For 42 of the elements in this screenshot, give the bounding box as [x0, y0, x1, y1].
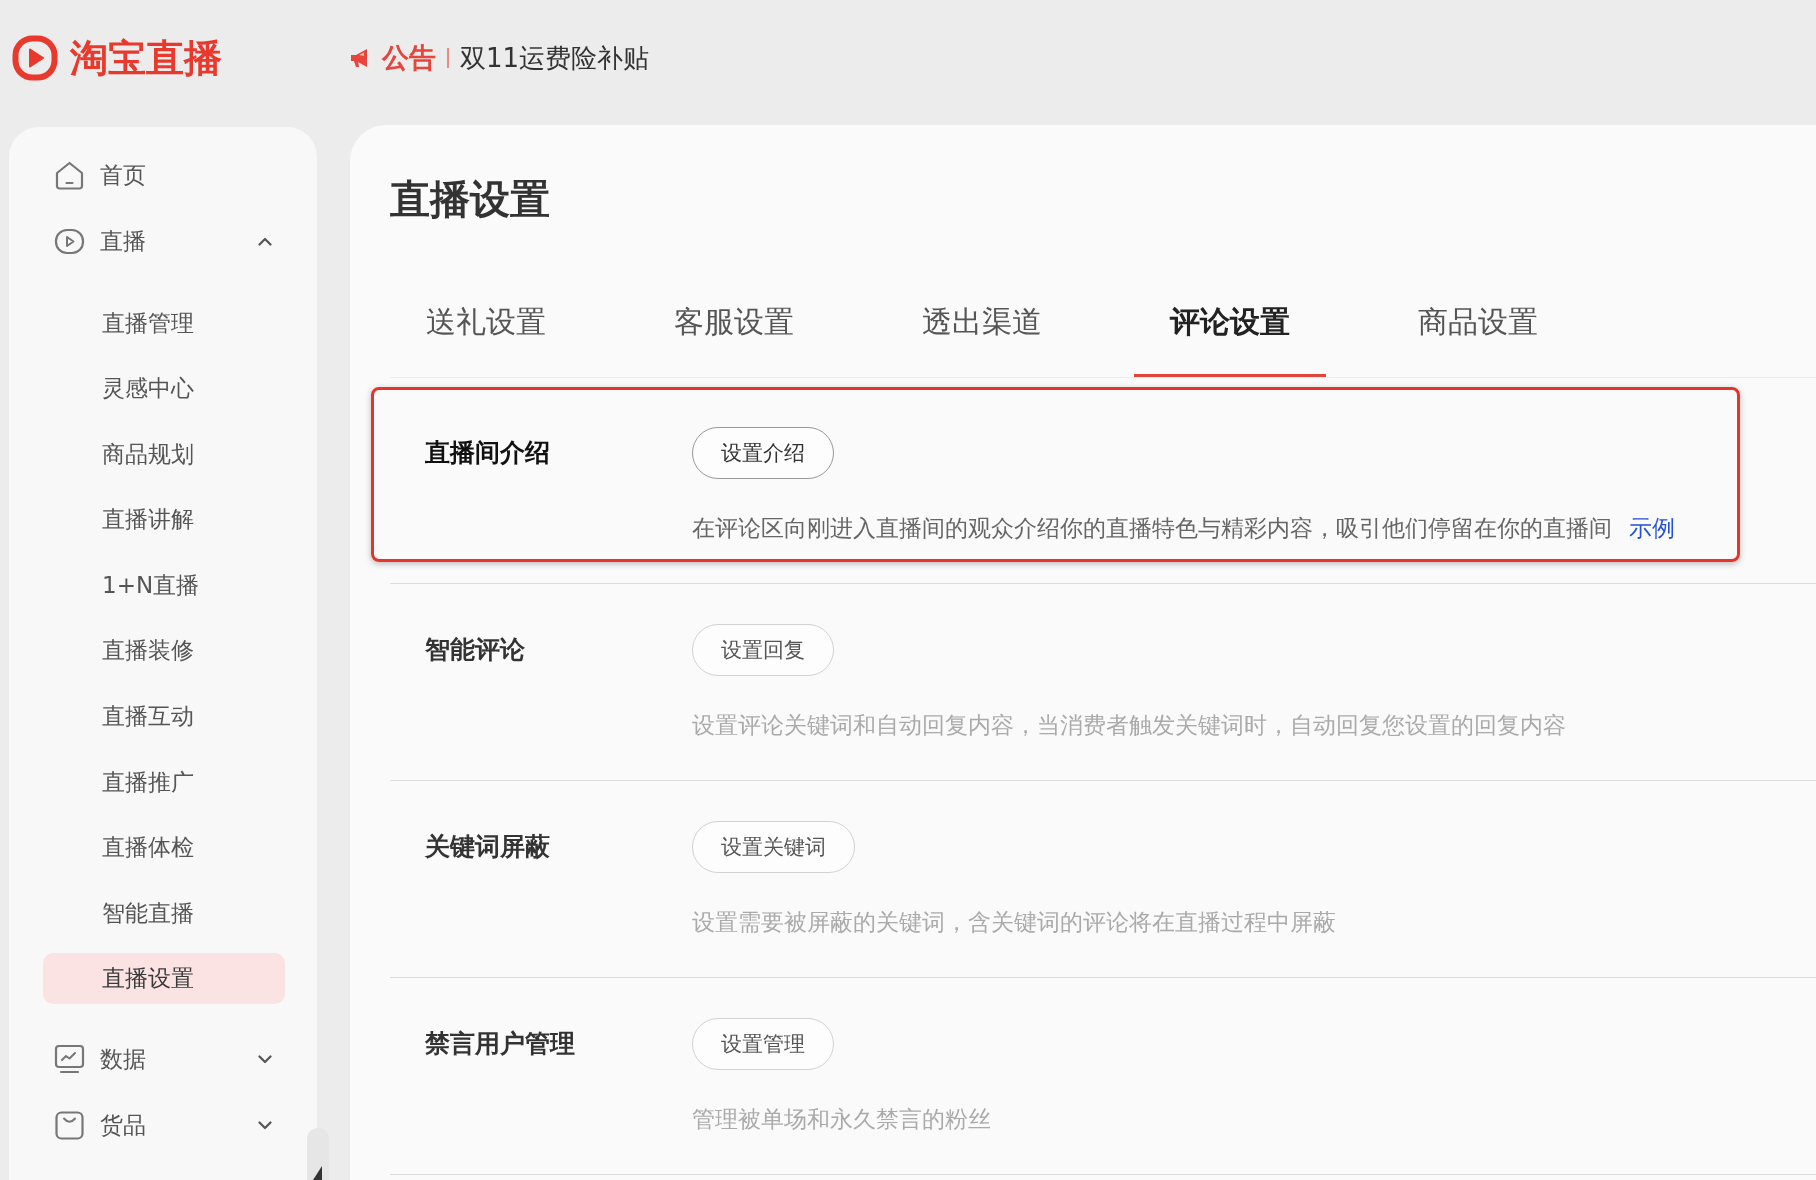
- setting-label: 关键词屏蔽: [425, 831, 550, 863]
- nav-subitem[interactable]: 商品规划: [43, 428, 285, 480]
- nav-subitem[interactable]: 直播体检: [43, 822, 285, 874]
- logo-play-icon: [12, 35, 58, 81]
- setting-label: 直播间介绍: [425, 437, 550, 469]
- nav-subitem[interactable]: 直播设置: [43, 953, 285, 1005]
- notice-tag: 公告: [382, 41, 436, 75]
- nav-item[interactable]: 直播: [9, 208, 293, 274]
- tab[interactable]: 客服设置: [638, 302, 830, 377]
- nav-subitem[interactable]: 1+N直播: [43, 559, 285, 611]
- setting-description: 设置评论关键词和自动回复内容，当消费者触发关键词时，自动回复您设置的回复内容: [692, 712, 1566, 738]
- tab[interactable]: 商品设置: [1382, 302, 1574, 377]
- bag-icon: [54, 1110, 85, 1142]
- tab[interactable]: 评论设置: [1134, 302, 1326, 377]
- setting-button[interactable]: 设置介绍: [692, 427, 834, 479]
- setting-label: 智能评论: [425, 634, 525, 666]
- nav-item[interactable]: 首页: [9, 142, 293, 208]
- tab[interactable]: 送礼设置: [390, 302, 582, 377]
- nav-subitem[interactable]: 直播互动: [43, 691, 285, 743]
- tab[interactable]: 透出渠道: [886, 302, 1078, 377]
- nav-subitem[interactable]: 直播讲解: [43, 494, 285, 546]
- brand-name: 淘宝直播: [70, 35, 222, 81]
- setting-button[interactable]: 设置关键词: [692, 821, 855, 873]
- nav-subitem[interactable]: 智能直播: [43, 887, 285, 939]
- page-title: 直播设置: [390, 175, 551, 223]
- setting-label: 禁言用户管理: [425, 1028, 575, 1060]
- nav-subitem[interactable]: 直播推广: [43, 756, 285, 808]
- collapse-handle-icon[interactable]: [307, 1128, 329, 1180]
- home-icon: [54, 159, 85, 191]
- nav-subitem[interactable]: 直播装修: [43, 625, 285, 677]
- setting-description: 管理被单场和永久禁言的粉丝: [692, 1106, 991, 1132]
- setting-button[interactable]: 设置回复: [692, 624, 834, 676]
- setting-description: 在评论区向刚进入直播间的观众介绍你的直播特色与精彩内容，吸引他们停留在你的直播间: [692, 515, 1612, 541]
- nav-subitem[interactable]: 灵感中心: [43, 363, 285, 415]
- chart-monitor-icon: [54, 1044, 85, 1076]
- notice-text[interactable]: 双11运费险补贴: [460, 41, 650, 75]
- setting-button[interactable]: 设置管理: [692, 1018, 834, 1070]
- nav-subitem[interactable]: 直播管理: [43, 297, 285, 349]
- example-link[interactable]: 示例: [1629, 515, 1675, 541]
- nav-item[interactable]: 货品: [9, 1092, 293, 1159]
- nav-item[interactable]: 数据: [9, 1026, 293, 1093]
- setting-description: 设置需要被屏蔽的关键词，含关键词的评论将在直播过程中屏蔽: [692, 909, 1336, 935]
